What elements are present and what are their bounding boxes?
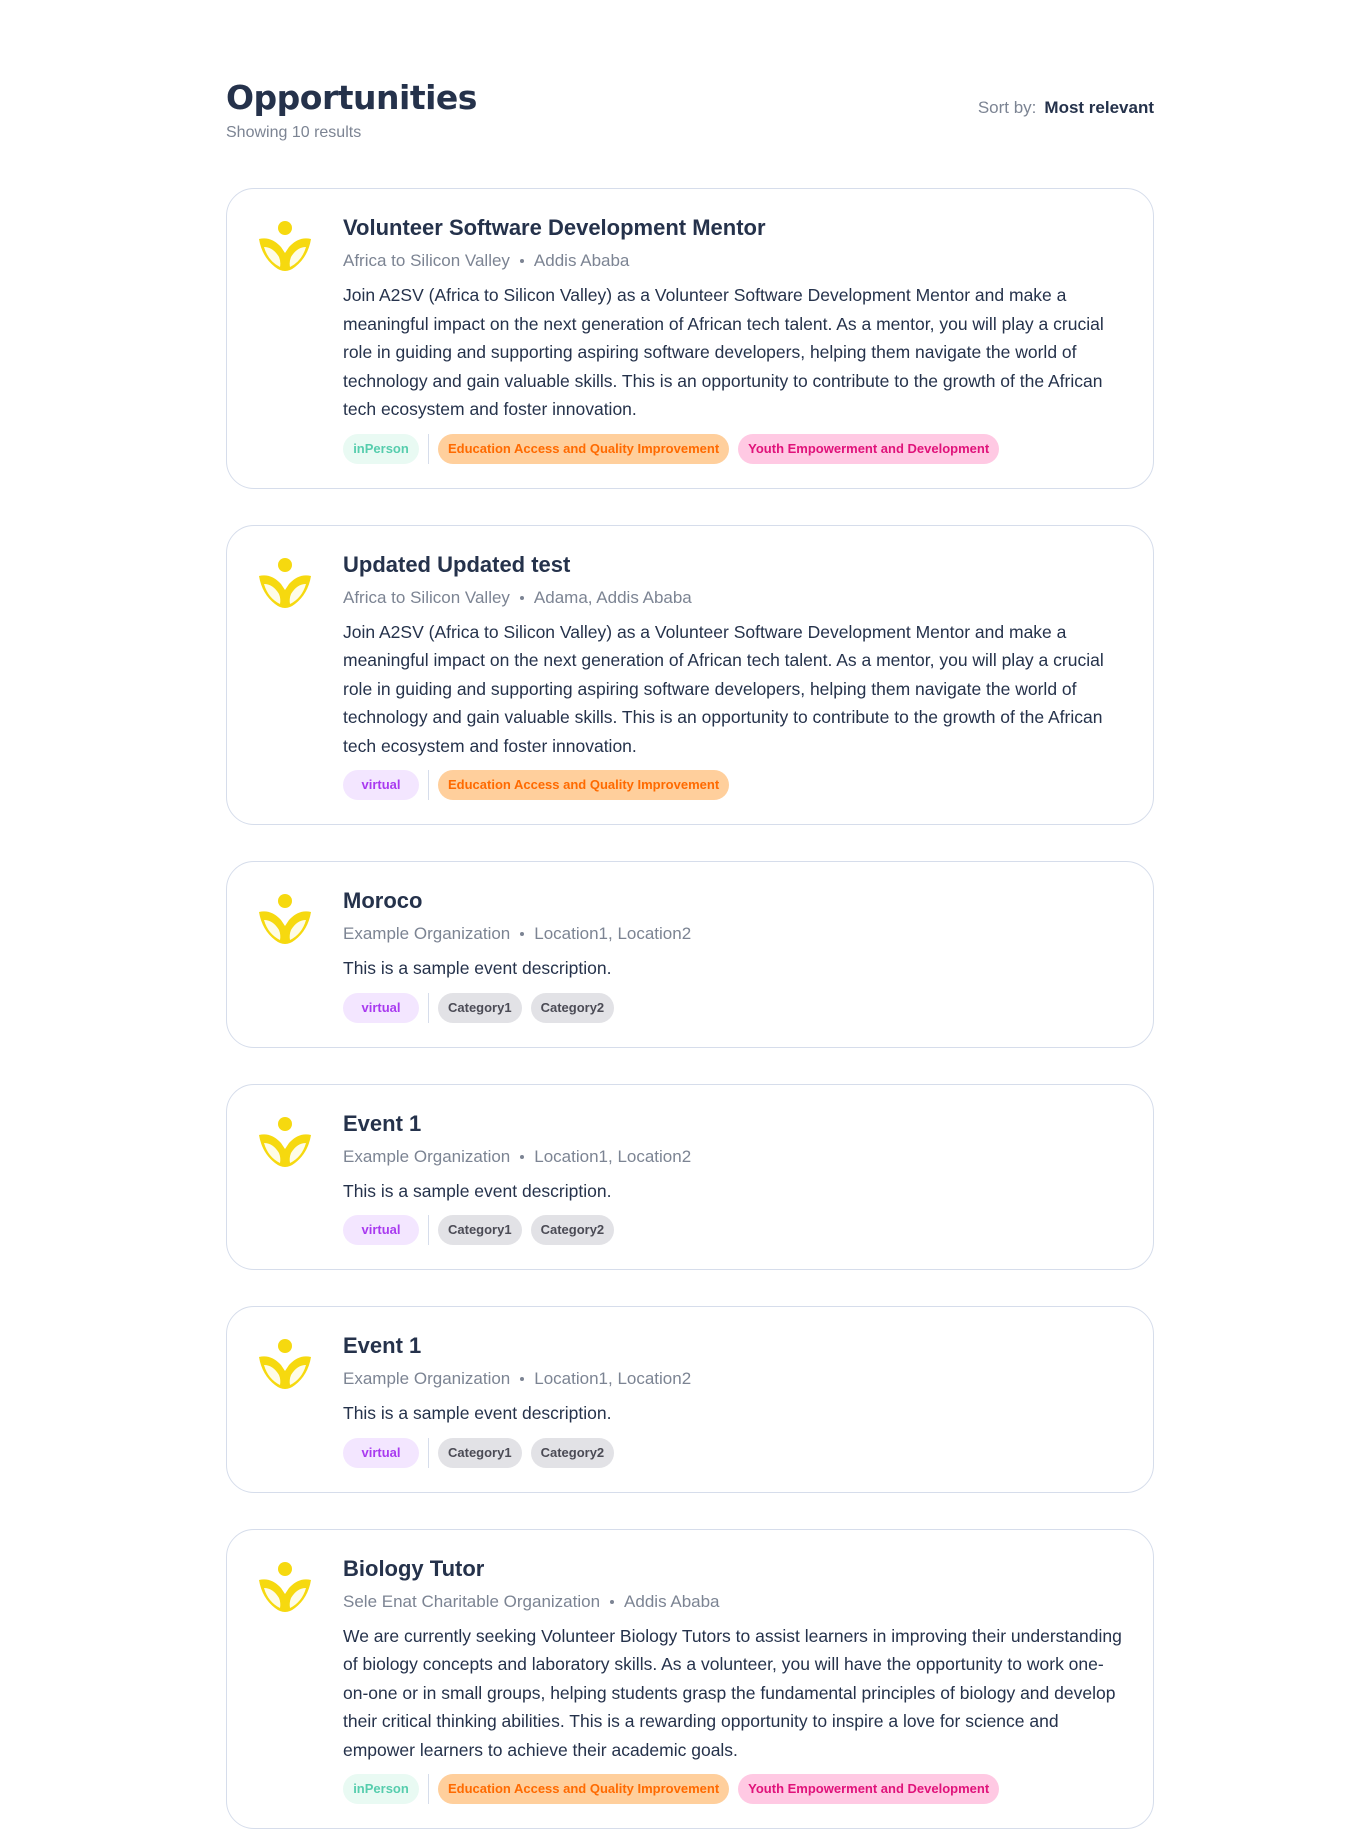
opportunity-title[interactable]: Event 1 xyxy=(343,1109,1127,1139)
opportunity-meta: Example Organization Location1, Location… xyxy=(343,1369,1127,1389)
opportunity-card[interactable]: Moroco Example Organization Location1, L… xyxy=(226,861,1154,1048)
mode-badge: virtual xyxy=(343,1438,419,1468)
opportunity-title[interactable]: Updated Updated test xyxy=(343,550,1127,580)
opportunity-description: This is a sample event description. xyxy=(343,954,1127,983)
organization-name: Example Organization xyxy=(343,1369,510,1389)
opportunity-meta: Africa to Silicon Valley Adama, Addis Ab… xyxy=(343,588,1127,608)
opportunity-description: This is a sample event description. xyxy=(343,1399,1127,1428)
category-tag: Education Access and Quality Improvement xyxy=(438,1774,729,1804)
tag-list: virtual Category1 Category2 xyxy=(343,1215,1127,1245)
mode-badge: virtual xyxy=(343,993,419,1023)
sort-control[interactable]: Sort by: Most relevant xyxy=(978,98,1154,118)
opportunity-location: Location1, Location2 xyxy=(534,1147,691,1167)
separator-dot xyxy=(610,1600,614,1604)
opportunity-title[interactable]: Event 1 xyxy=(343,1331,1127,1361)
separator-dot xyxy=(520,932,524,936)
organization-logo-icon xyxy=(255,217,315,277)
opportunity-card[interactable]: Updated Updated test Africa to Silicon V… xyxy=(226,525,1154,826)
organization-name: Example Organization xyxy=(343,1147,510,1167)
organization-name: Africa to Silicon Valley xyxy=(343,588,510,608)
tag-list: inPerson Education Access and Quality Im… xyxy=(343,1774,1127,1804)
mode-badge: virtual xyxy=(343,1215,419,1245)
opportunity-description: Join A2SV (Africa to Silicon Valley) as … xyxy=(343,281,1127,424)
tag-divider xyxy=(428,1215,429,1245)
opportunity-card[interactable]: Volunteer Software Development Mentor Af… xyxy=(226,188,1154,489)
opportunity-card[interactable]: Biology Tutor Sele Enat Charitable Organ… xyxy=(226,1529,1154,1829)
separator-dot xyxy=(520,259,524,263)
organization-logo-icon xyxy=(255,890,315,950)
mode-badge: virtual xyxy=(343,770,419,800)
opportunity-meta: Example Organization Location1, Location… xyxy=(343,924,1127,944)
opportunity-meta: Example Organization Location1, Location… xyxy=(343,1147,1127,1167)
opportunity-title[interactable]: Volunteer Software Development Mentor xyxy=(343,213,1127,243)
category-tag: Category1 xyxy=(438,1215,522,1245)
organization-logo-icon xyxy=(255,1335,315,1395)
category-tag: Category2 xyxy=(531,993,615,1023)
opportunity-description: We are currently seeking Volunteer Biolo… xyxy=(343,1622,1127,1765)
opportunity-description: This is a sample event description. xyxy=(343,1177,1127,1206)
opportunity-list: Volunteer Software Development Mentor Af… xyxy=(226,188,1154,1829)
mode-badge: inPerson xyxy=(343,434,419,464)
opportunity-location: Addis Ababa xyxy=(624,1592,719,1612)
tag-divider xyxy=(428,993,429,1023)
category-tag: Education Access and Quality Improvement xyxy=(438,434,729,464)
category-tag: Category1 xyxy=(438,1438,522,1468)
tag-list: inPerson Education Access and Quality Im… xyxy=(343,434,1127,464)
opportunity-card[interactable]: Event 1 Example Organization Location1, … xyxy=(226,1084,1154,1271)
opportunity-description: Join A2SV (Africa to Silicon Valley) as … xyxy=(343,618,1127,761)
page-header: Opportunities Showing 10 results Sort by… xyxy=(226,78,1154,148)
organization-logo-icon xyxy=(255,554,315,614)
organization-name: Example Organization xyxy=(343,924,510,944)
opportunity-meta: Sele Enat Charitable Organization Addis … xyxy=(343,1592,1127,1612)
category-tag: Category2 xyxy=(531,1215,615,1245)
tag-list: virtual Category1 Category2 xyxy=(343,1438,1127,1468)
tag-divider xyxy=(428,1774,429,1804)
organization-logo-icon xyxy=(255,1558,315,1618)
separator-dot xyxy=(520,1155,524,1159)
category-tag: Education Access and Quality Improvement xyxy=(438,770,729,800)
opportunities-page: Opportunities Showing 10 results Sort by… xyxy=(226,0,1154,1829)
opportunity-location: Adama, Addis Ababa xyxy=(534,588,692,608)
opportunity-meta: Africa to Silicon Valley Addis Ababa xyxy=(343,251,1127,271)
opportunity-card[interactable]: Event 1 Example Organization Location1, … xyxy=(226,1306,1154,1493)
separator-dot xyxy=(520,596,524,600)
category-tag: Category2 xyxy=(531,1438,615,1468)
tag-divider xyxy=(428,1438,429,1468)
category-tag: Youth Empowerment and Development xyxy=(738,1774,999,1804)
tag-divider xyxy=(428,770,429,800)
organization-name: Sele Enat Charitable Organization xyxy=(343,1592,600,1612)
results-count: Showing 10 results xyxy=(226,124,1154,142)
sort-dropdown[interactable]: Most relevant xyxy=(1044,98,1154,118)
tag-list: virtual Category1 Category2 xyxy=(343,993,1127,1023)
opportunity-location: Location1, Location2 xyxy=(534,1369,691,1389)
category-tag: Category1 xyxy=(438,993,522,1023)
opportunity-title[interactable]: Moroco xyxy=(343,886,1127,916)
tag-divider xyxy=(428,434,429,464)
organization-logo-icon xyxy=(255,1113,315,1173)
organization-name: Africa to Silicon Valley xyxy=(343,251,510,271)
sort-label: Sort by: xyxy=(978,98,1037,118)
opportunity-location: Addis Ababa xyxy=(534,251,629,271)
tag-list: virtual Education Access and Quality Imp… xyxy=(343,770,1127,800)
mode-badge: inPerson xyxy=(343,1774,419,1804)
opportunity-title[interactable]: Biology Tutor xyxy=(343,1554,1127,1584)
opportunity-location: Location1, Location2 xyxy=(534,924,691,944)
category-tag: Youth Empowerment and Development xyxy=(738,434,999,464)
separator-dot xyxy=(520,1377,524,1381)
